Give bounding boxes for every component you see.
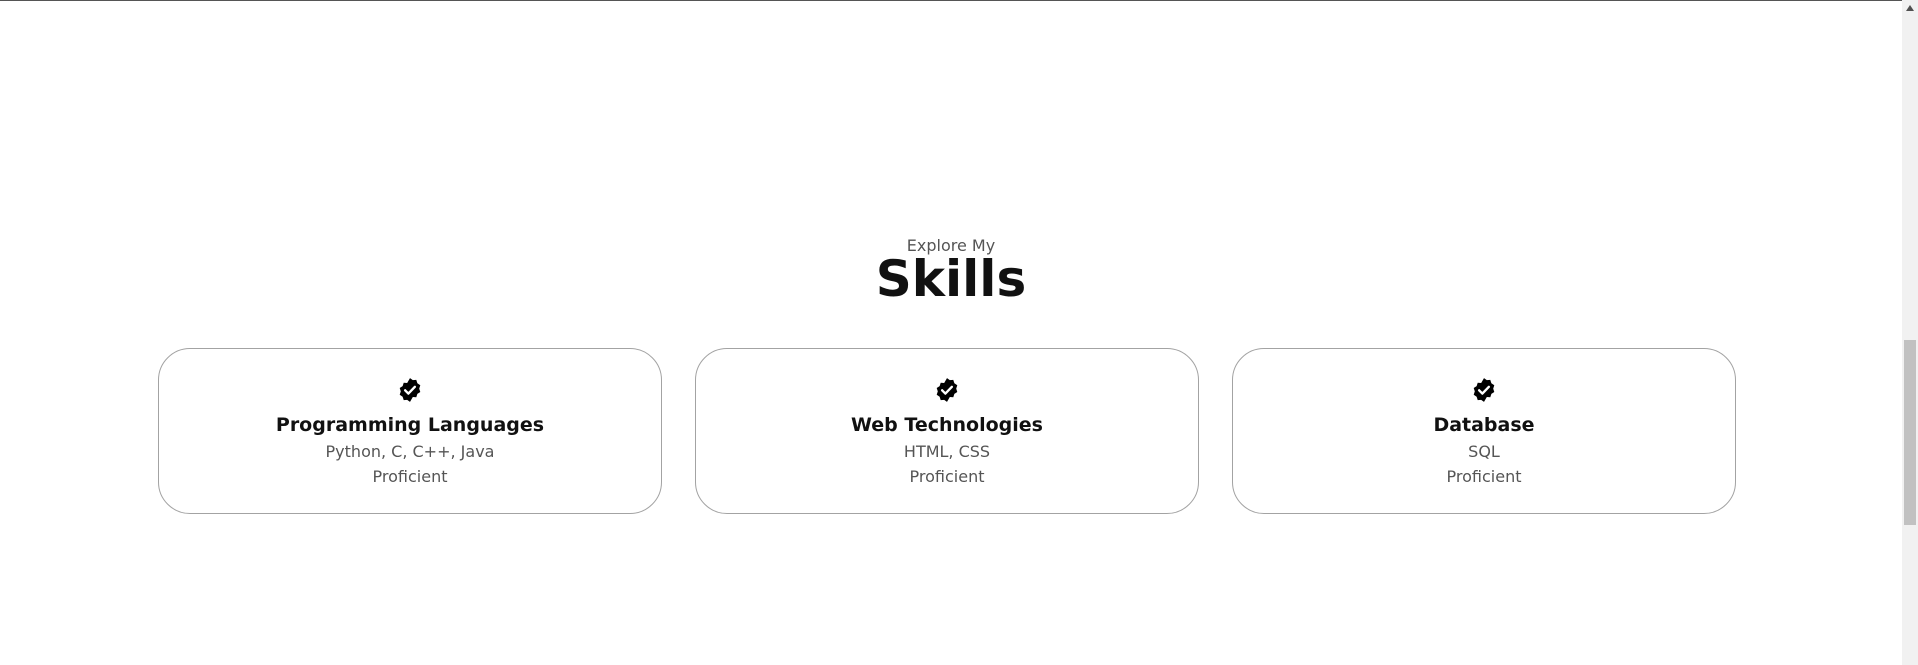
skill-card-detail: HTML, CSS	[903, 442, 991, 461]
skill-card-database: Database SQL Proficient	[1232, 348, 1736, 514]
skill-card-detail: SQL	[1468, 442, 1500, 461]
skills-section: Explore My Skills Programming Languages …	[0, 0, 1902, 665]
skill-card-title: Database	[1433, 414, 1535, 436]
section-title: Skills	[875, 250, 1027, 308]
skill-card-level: Proficient	[1446, 467, 1522, 486]
page: Explore My Skills Programming Languages …	[0, 0, 1918, 665]
skill-card-level: Proficient	[909, 467, 985, 486]
scrollbar-thumb[interactable]	[1904, 340, 1916, 525]
skill-card-title: Web Technologies	[851, 414, 1043, 436]
scroll-up-arrow-icon	[1906, 5, 1914, 11]
skill-card-level: Proficient	[372, 467, 448, 486]
skill-card-web-technologies: Web Technologies HTML, CSS Proficient	[695, 348, 1199, 514]
verified-check-icon	[399, 378, 421, 402]
skill-card-detail: Python, C, C++, Java	[325, 442, 495, 461]
skills-card-list: Programming Languages Python, C, C++, Ja…	[158, 348, 1742, 516]
skill-card-programming-languages: Programming Languages Python, C, C++, Ja…	[158, 348, 662, 514]
verified-check-icon	[936, 378, 958, 402]
skill-card-title: Programming Languages	[275, 414, 545, 436]
verified-check-icon	[1473, 378, 1495, 402]
vertical-scrollbar[interactable]	[1902, 0, 1918, 665]
scroll-up-button[interactable]	[1902, 0, 1918, 16]
